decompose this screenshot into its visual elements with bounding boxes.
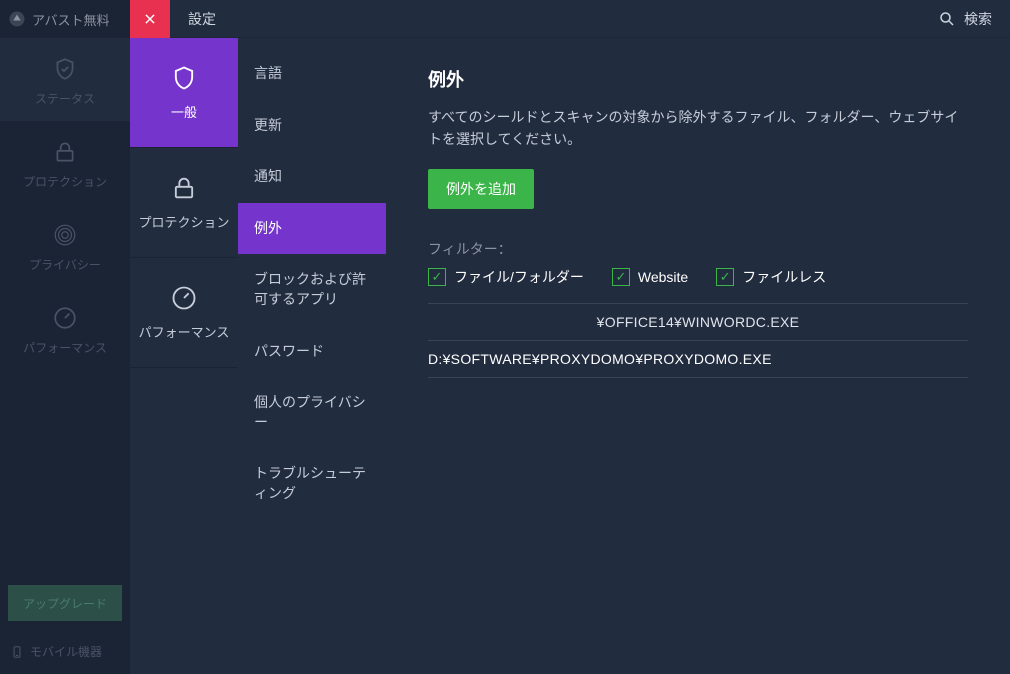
shield-icon	[170, 64, 198, 92]
upgrade-button[interactable]: アップグレード	[8, 585, 122, 621]
lock-icon	[52, 139, 78, 165]
fingerprint-icon	[52, 222, 78, 248]
leftnav-item-protection[interactable]: プロテクション	[0, 121, 130, 204]
settings-tabs: 一般 プロテクション パフォーマンス	[130, 38, 238, 674]
tab-performance[interactable]: パフォーマンス	[130, 258, 238, 368]
tab-protection[interactable]: プロテクション	[130, 148, 238, 258]
check-icon: ✓	[428, 268, 446, 286]
shield-check-icon	[52, 56, 78, 82]
subnav-item-privacy[interactable]: 個人のプライバシー	[238, 377, 386, 448]
mobile-label: モバイル機器	[30, 643, 102, 660]
brand-text: アバスト無料	[32, 10, 109, 29]
modal-title: 設定	[188, 9, 216, 29]
check-icon: ✓	[716, 268, 734, 286]
tab-general[interactable]: 一般	[130, 38, 238, 148]
subnav-item-exceptions[interactable]: 例外	[238, 203, 386, 255]
filter-label-text: ファイルレス	[742, 267, 826, 287]
modal-header: 設定 検索	[130, 0, 1010, 38]
gauge-icon	[170, 284, 198, 312]
mobile-devices-link[interactable]: モバイル機器	[0, 629, 130, 674]
leftnav-label: ステータス	[35, 90, 95, 107]
subnav-item-notifications[interactable]: 通知	[238, 151, 386, 203]
filter-checkbox-website[interactable]: ✓ Website	[612, 268, 688, 286]
gauge-icon	[52, 305, 78, 331]
page-description: すべてのシールドとスキャンの対象から除外するファイル、フォルダー、ウェブサイトを…	[428, 106, 968, 151]
leftnav-label: プロテクション	[23, 173, 107, 190]
check-icon: ✓	[612, 268, 630, 286]
filter-label-text: ファイル/フォルダー	[454, 267, 584, 287]
add-exception-button[interactable]: 例外を追加	[428, 169, 534, 209]
content-panel: 例外 すべてのシールドとスキャンの対象から除外するファイル、フォルダー、ウェブサ…	[386, 38, 1010, 674]
leftnav-item-privacy[interactable]: プライバシー	[0, 204, 130, 287]
leftnav-item-status[interactable]: ステータス	[0, 38, 130, 121]
filter-label: フィルター：	[428, 239, 968, 259]
exception-row[interactable]: D:¥SOFTWARE¥PROXYDOMO¥PROXYDOMO.EXE	[428, 341, 968, 378]
close-button[interactable]	[130, 0, 170, 38]
page-title: 例外	[428, 66, 968, 92]
leftnav-label: プライバシー	[29, 256, 101, 273]
filter-row: ✓ ファイル/フォルダー ✓ Website ✓ ファイルレス	[428, 267, 968, 287]
left-nav: アバスト無料 ステータス プロテクション プライバシー パフォーマンス アップグ…	[0, 0, 130, 674]
subnav-item-troubleshoot[interactable]: トラブルシューティング	[238, 448, 386, 519]
tab-label: 一般	[171, 102, 197, 121]
search-button[interactable]: 検索	[938, 9, 992, 29]
close-icon	[143, 12, 157, 26]
subnav-item-update[interactable]: 更新	[238, 100, 386, 152]
tab-label: パフォーマンス	[139, 322, 230, 341]
lock-icon	[170, 174, 198, 202]
settings-modal: 設定 検索 一般 プロテクション パフォーマンス	[130, 0, 1010, 674]
settings-subnav: 言語 更新 通知 例外 ブロックおよび許可するアプリ パスワード 個人のプライバ…	[238, 38, 386, 674]
search-label: 検索	[964, 9, 992, 29]
device-icon	[10, 645, 24, 659]
subnav-item-blocked-apps[interactable]: ブロックおよび許可するアプリ	[238, 254, 386, 325]
leftnav-item-performance[interactable]: パフォーマンス	[0, 287, 130, 370]
filter-label-text: Website	[638, 269, 688, 285]
tab-label: プロテクション	[138, 212, 229, 231]
avast-logo-icon	[8, 10, 26, 28]
subnav-item-language[interactable]: 言語	[238, 48, 386, 100]
subnav-item-password[interactable]: パスワード	[238, 326, 386, 378]
filter-checkbox-file-folder[interactable]: ✓ ファイル/フォルダー	[428, 267, 584, 287]
filter-checkbox-fileless[interactable]: ✓ ファイルレス	[716, 267, 826, 287]
brand: アバスト無料	[0, 0, 130, 38]
search-icon	[938, 10, 956, 28]
exception-row[interactable]: ¥OFFICE14¥WINWORDC.EXE	[428, 303, 968, 341]
leftnav-label: パフォーマンス	[23, 339, 107, 356]
